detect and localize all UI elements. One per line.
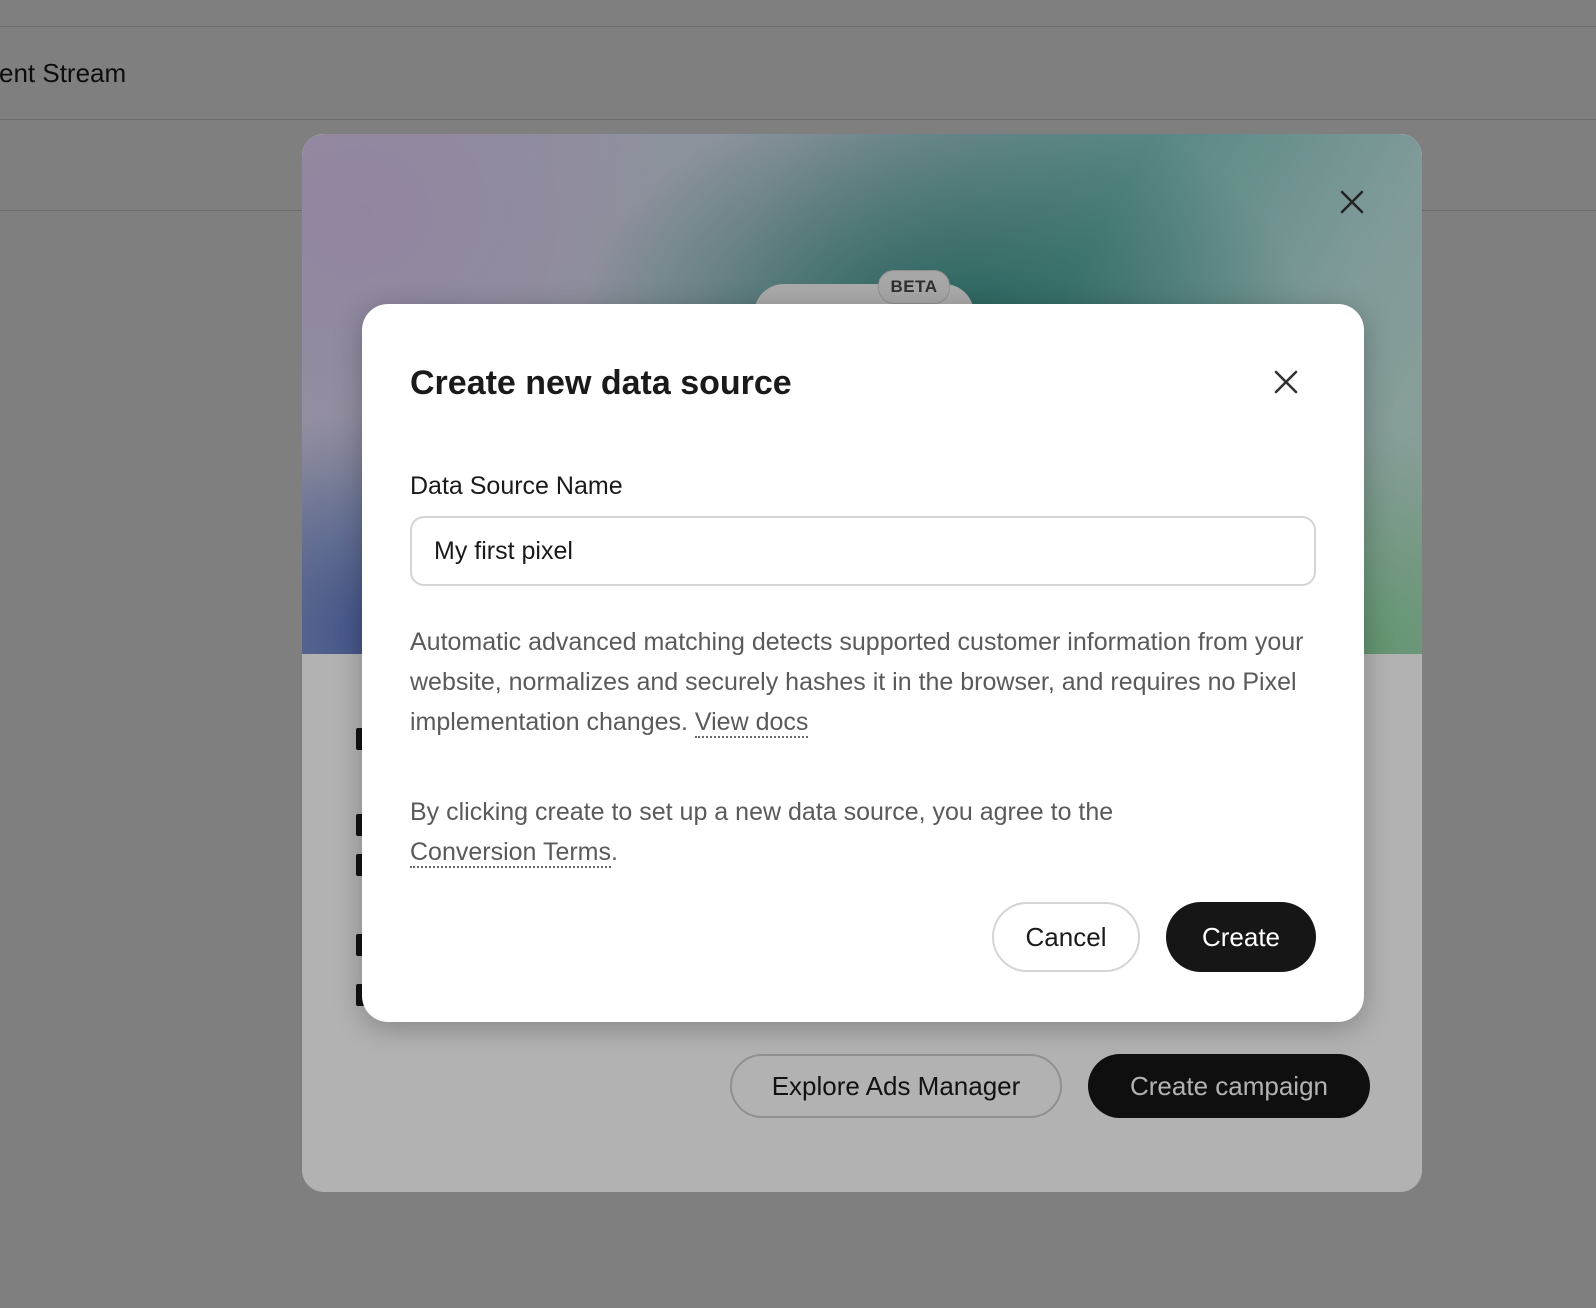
terms-notice: By clicking create to set up a new data … [410,792,1320,872]
terms-suffix: . [611,838,618,866]
conversion-terms-link[interactable]: Conversion Terms [410,838,612,868]
create-data-source-dialog: Create new data source Data Source Name … [362,304,1364,1022]
create-button[interactable]: Create [1166,902,1316,972]
cancel-button[interactable]: Cancel [992,902,1140,972]
close-icon [1274,370,1298,394]
data-source-name-label: Data Source Name [410,472,623,500]
advanced-matching-help: Automatic advanced matching detects supp… [410,622,1320,742]
view-docs-link[interactable]: View docs [694,708,809,738]
dialog-close-button[interactable] [1264,360,1308,404]
dialog-title: Create new data source [410,364,792,402]
data-source-name-input[interactable] [410,516,1316,586]
terms-text: By clicking create to set up a new data … [410,798,1114,826]
help-text: Automatic advanced matching detects supp… [410,628,1304,736]
